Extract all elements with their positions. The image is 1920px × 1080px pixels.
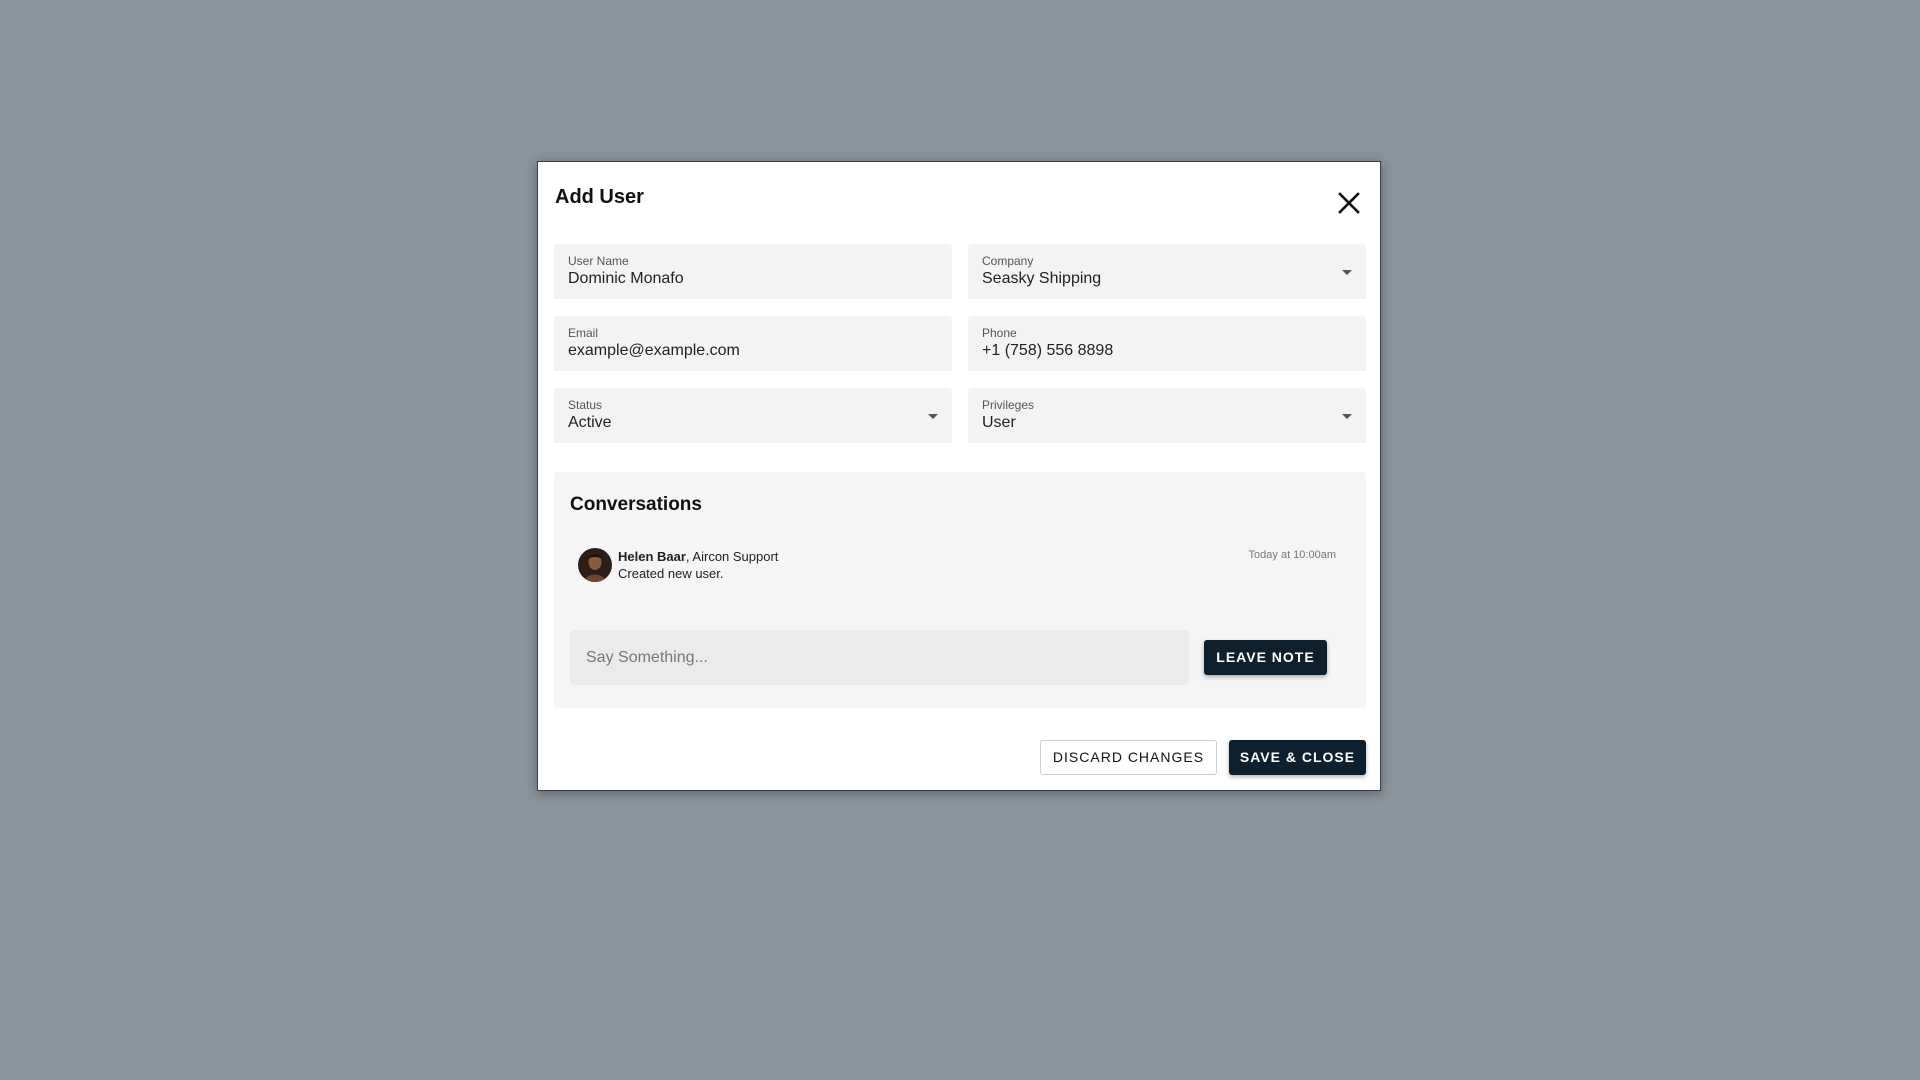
chevron-down-icon[interactable] bbox=[1342, 414, 1352, 419]
status-value[interactable]: Active bbox=[568, 414, 612, 432]
avatar bbox=[578, 548, 612, 582]
conversations-panel: Conversations Helen Baar, Aircon Support… bbox=[554, 472, 1366, 708]
conversation-timestamp: Today at 10:00am bbox=[1248, 549, 1336, 561]
privileges-label: Privileges bbox=[982, 398, 1035, 412]
add-user-dialog: Add User User Name Dominic Monafo Compan… bbox=[537, 161, 1381, 791]
conversation-author-line: Helen Baar, Aircon Support bbox=[618, 549, 778, 564]
email-value[interactable]: example@example.com bbox=[568, 342, 740, 360]
leave-note-button[interactable]: LEAVE NOTE bbox=[1204, 640, 1327, 675]
chevron-down-icon[interactable] bbox=[1342, 270, 1352, 275]
email-field[interactable]: Email example@example.com bbox=[554, 316, 952, 371]
save-and-close-button[interactable]: SAVE & CLOSE bbox=[1229, 740, 1366, 775]
phone-value[interactable]: +1 (758) 556 8898 bbox=[982, 342, 1113, 360]
phone-label: Phone bbox=[982, 326, 1017, 340]
company-select[interactable]: Company Seasky Shipping bbox=[968, 244, 1366, 299]
dialog-title: Add User bbox=[555, 186, 644, 208]
status-label: Status bbox=[568, 398, 603, 412]
privileges-value[interactable]: User bbox=[982, 414, 1016, 432]
close-button[interactable] bbox=[1334, 188, 1364, 218]
close-icon bbox=[1338, 192, 1360, 214]
conversations-title: Conversations bbox=[570, 494, 702, 515]
avatar-image bbox=[578, 548, 612, 582]
phone-field[interactable]: Phone +1 (758) 556 8898 bbox=[968, 316, 1366, 371]
conversation-entry: Helen Baar, Aircon Support Created new u… bbox=[578, 548, 1348, 588]
conversation-role: , Aircon Support bbox=[685, 549, 779, 564]
email-label: Email bbox=[568, 326, 599, 340]
user-name-value[interactable]: Dominic Monafo bbox=[568, 270, 684, 288]
company-value[interactable]: Seasky Shipping bbox=[982, 270, 1101, 288]
company-label: Company bbox=[982, 254, 1034, 268]
discard-changes-button[interactable]: DISCARD CHANGES bbox=[1040, 740, 1217, 775]
conversation-message: Created new user. bbox=[618, 566, 724, 581]
status-select[interactable]: Status Active bbox=[554, 388, 952, 443]
user-name-label: User Name bbox=[568, 254, 629, 268]
conversation-author: Helen Baar bbox=[618, 549, 686, 564]
chevron-down-icon[interactable] bbox=[928, 414, 938, 419]
user-name-field[interactable]: User Name Dominic Monafo bbox=[554, 244, 952, 299]
note-input[interactable] bbox=[570, 630, 1189, 685]
privileges-select[interactable]: Privileges User bbox=[968, 388, 1366, 443]
